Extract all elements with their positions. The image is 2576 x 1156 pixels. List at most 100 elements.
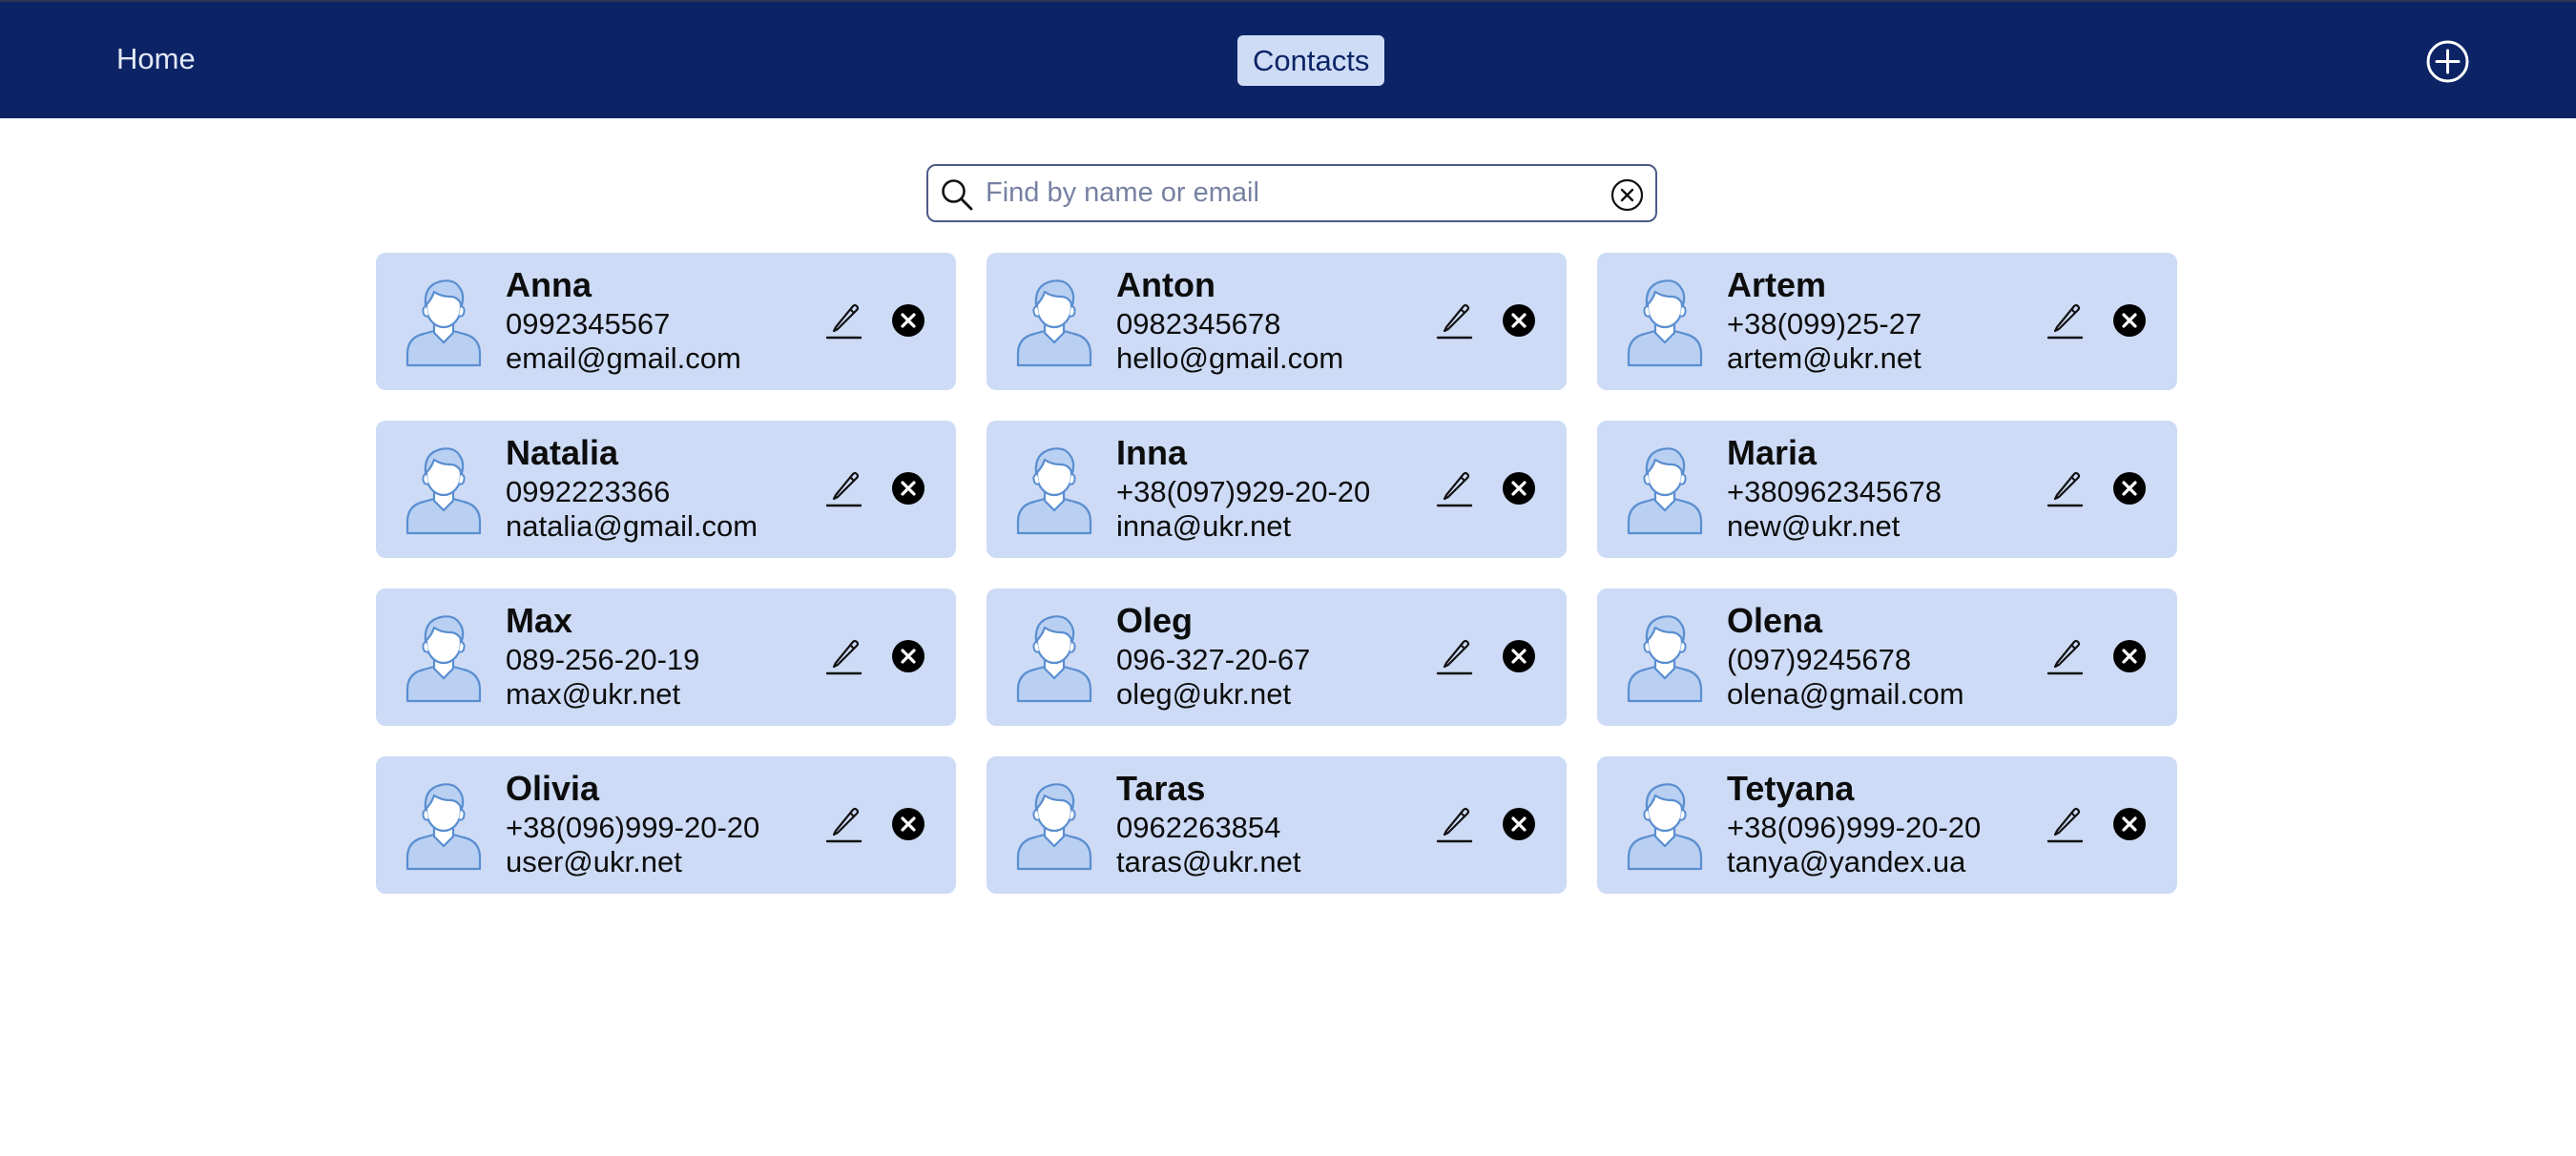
contact-phone: (097)9245678 <box>1727 643 1912 676</box>
contact-name: Anton <box>1116 265 1215 304</box>
contact-name: Olivia <box>506 769 600 808</box>
close-circle-icon <box>892 304 924 337</box>
person-avatar-icon <box>405 615 482 703</box>
contact-card: Max 089-256-20-19 max@ukr.net <box>376 588 956 726</box>
close-circle-icon <box>2113 808 2146 840</box>
search-input[interactable] <box>986 174 1577 212</box>
close-circle-icon <box>892 472 924 505</box>
person-avatar-icon <box>1627 615 1703 703</box>
contact-email: email@gmail.com <box>506 341 741 375</box>
contact-name: Inna <box>1116 433 1188 472</box>
pencil-icon <box>1436 639 1473 675</box>
contact-list: Anna 0992345567 email@gmail.com Anton 09… <box>376 253 2177 894</box>
contact-email: taras@ukr.net <box>1116 845 1301 878</box>
pencil-icon <box>825 639 862 675</box>
delete-contact-button[interactable] <box>1502 303 1536 338</box>
contact-card: Oleg 096-327-20-67 oleg@ukr.net <box>987 588 1567 726</box>
person-avatar-icon <box>405 447 482 535</box>
close-circle-icon <box>2113 640 2146 672</box>
close-circle-icon <box>1503 472 1535 505</box>
nav-home-link[interactable]: Home <box>116 42 196 76</box>
edit-contact-button[interactable] <box>2046 802 2086 844</box>
contact-phone: 0982345678 <box>1116 307 1281 341</box>
person-avatar-icon <box>1016 615 1092 703</box>
close-circle-icon <box>2113 304 2146 337</box>
contact-email: user@ukr.net <box>506 845 682 878</box>
delete-contact-button[interactable] <box>1502 807 1536 841</box>
delete-contact-button[interactable] <box>1502 471 1536 506</box>
person-avatar-icon <box>1016 279 1092 367</box>
contact-email: natalia@gmail.com <box>506 509 758 543</box>
contact-name: Olena <box>1727 601 1823 640</box>
contact-phone: +380962345678 <box>1727 475 1942 508</box>
clear-search-icon[interactable] <box>1610 177 1645 213</box>
delete-contact-button[interactable] <box>891 303 925 338</box>
delete-contact-button[interactable] <box>2112 471 2147 506</box>
pencil-icon <box>2046 807 2084 843</box>
edit-contact-button[interactable] <box>2046 466 2086 508</box>
contact-card: Artem +38(099)25-27 artem@ukr.net <box>1597 253 2177 390</box>
edit-contact-button[interactable] <box>1435 634 1475 676</box>
delete-contact-button[interactable] <box>2112 639 2147 673</box>
person-avatar-icon <box>1627 783 1703 871</box>
nav-contacts-tab[interactable]: Contacts <box>1237 35 1385 86</box>
contact-card: Natalia 0992223366 natalia@gmail.com <box>376 421 956 558</box>
edit-contact-button[interactable] <box>2046 634 2086 676</box>
contact-phone: 0992223366 <box>506 475 671 508</box>
close-circle-icon <box>892 640 924 672</box>
contact-name: Anna <box>506 265 592 304</box>
contact-phone: 096-327-20-67 <box>1116 643 1311 676</box>
contact-phone: +38(096)999-20-20 <box>1727 811 1982 844</box>
contact-card: Taras 0962263854 taras@ukr.net <box>987 756 1567 894</box>
edit-contact-button[interactable] <box>824 299 864 341</box>
contact-phone: 0962263854 <box>1116 811 1281 844</box>
edit-contact-button[interactable] <box>1435 466 1475 508</box>
close-circle-icon <box>2113 472 2146 505</box>
contact-phone: +38(096)999-20-20 <box>506 811 760 844</box>
contact-email: new@ukr.net <box>1727 509 1901 543</box>
add-contact-button[interactable] <box>2425 39 2470 84</box>
contact-name: Oleg <box>1116 601 1194 640</box>
delete-contact-button[interactable] <box>2112 303 2147 338</box>
contact-phone: 089-256-20-19 <box>506 643 700 676</box>
pencil-icon <box>825 807 862 843</box>
contact-name: Artem <box>1727 265 1827 304</box>
contact-card: Anna 0992345567 email@gmail.com <box>376 253 956 390</box>
search-icon <box>942 179 973 211</box>
pencil-icon <box>825 471 862 507</box>
contact-email: oleg@ukr.net <box>1116 677 1292 711</box>
edit-contact-button[interactable] <box>824 634 864 676</box>
delete-contact-button[interactable] <box>891 639 925 673</box>
edit-contact-button[interactable] <box>2046 299 2086 341</box>
contact-name: Natalia <box>506 433 619 472</box>
contact-phone: +38(097)929-20-20 <box>1116 475 1371 508</box>
person-avatar-icon <box>1016 783 1092 871</box>
contact-name: Max <box>506 601 573 640</box>
contact-email: hello@gmail.com <box>1116 341 1344 375</box>
edit-contact-button[interactable] <box>824 802 864 844</box>
delete-contact-button[interactable] <box>891 807 925 841</box>
contact-card: Olivia +38(096)999-20-20 user@ukr.net <box>376 756 956 894</box>
edit-contact-button[interactable] <box>824 466 864 508</box>
delete-contact-button[interactable] <box>2112 807 2147 841</box>
contact-card: Tetyana +38(096)999-20-20 tanya@yandex.u… <box>1597 756 2177 894</box>
pencil-icon <box>2046 303 2084 340</box>
delete-contact-button[interactable] <box>891 471 925 506</box>
contact-email: max@ukr.net <box>506 677 681 711</box>
contact-card: Olena (097)9245678 olena@gmail.com <box>1597 588 2177 726</box>
edit-contact-button[interactable] <box>1435 299 1475 341</box>
plus-circle-icon <box>2426 40 2469 83</box>
contact-email: tanya@yandex.ua <box>1727 845 1966 878</box>
delete-contact-button[interactable] <box>1502 639 1536 673</box>
pencil-icon <box>2046 471 2084 507</box>
close-circle-icon <box>1503 640 1535 672</box>
person-avatar-icon <box>1016 447 1092 535</box>
person-avatar-icon <box>405 783 482 871</box>
contact-phone: 0992345567 <box>506 307 671 341</box>
top-nav-bar: Home Contacts <box>0 0 2576 118</box>
close-circle-icon <box>1503 304 1535 337</box>
contact-card: Inna +38(097)929-20-20 inna@ukr.net <box>987 421 1567 558</box>
close-circle-icon <box>1503 808 1535 840</box>
edit-contact-button[interactable] <box>1435 802 1475 844</box>
person-avatar-icon <box>405 279 482 367</box>
